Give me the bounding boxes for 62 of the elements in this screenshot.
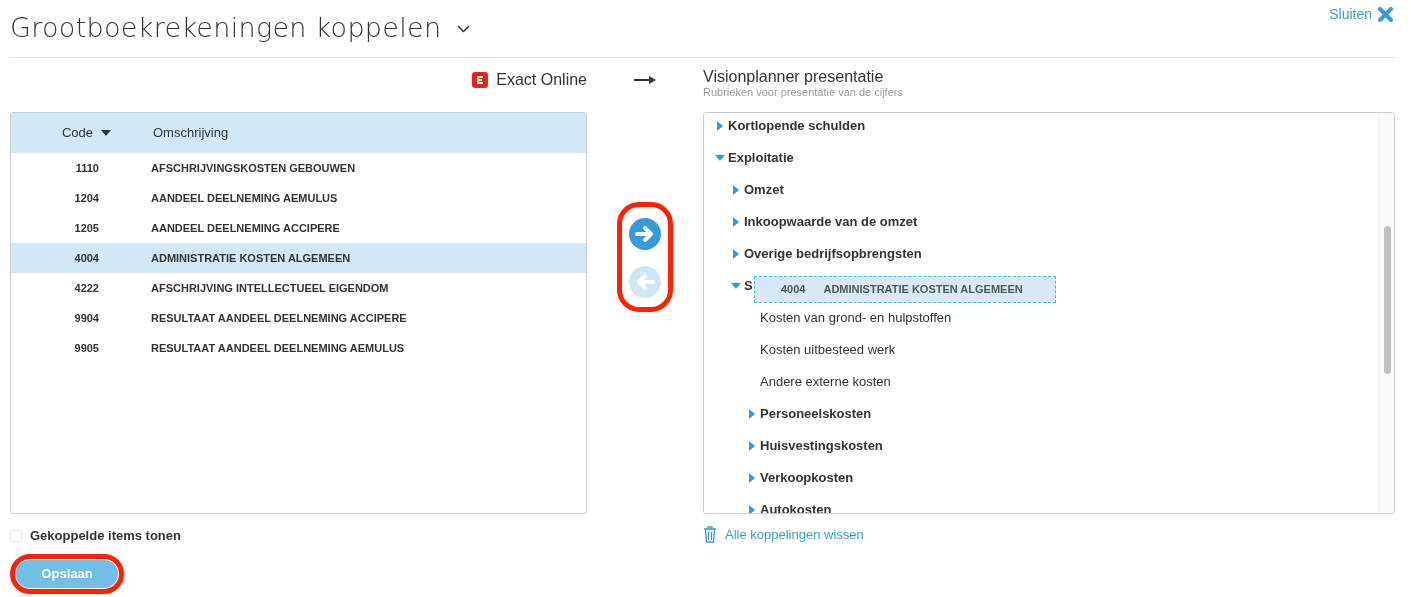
code-text: 4004	[74, 251, 99, 264]
collapsed-caret-icon[interactable]	[749, 441, 755, 451]
code-text: 9905	[74, 341, 99, 354]
description-text: AANDEEL DEELNEMING AEMULUS	[151, 191, 338, 204]
collapsed-caret-icon[interactable]	[749, 505, 755, 513]
description-text: RESULTAAT AANDEEL DEELNEMING ACCIPERE	[151, 311, 407, 324]
tree-item[interactable]: Kortlopende schulden	[728, 116, 866, 136]
collapsed-caret-icon[interactable]	[733, 249, 739, 259]
code-text: 1110	[75, 161, 99, 174]
tree-item[interactable]: Kosten uitbesteed werk	[760, 340, 896, 360]
close-icon	[1378, 7, 1393, 22]
logo-icon	[472, 72, 489, 88]
code-text: 1204	[74, 191, 99, 204]
target-subtitle: Rubrieken voor presentatie van de cijfers	[703, 86, 904, 98]
code-text: 4222	[74, 281, 99, 294]
table-row[interactable]: 1204 AANDEEL DEELNEMING AEMULUS	[11, 183, 586, 213]
table-row[interactable]: 4222 AFSCHRIJVING INTELLECTUEEL EIGENDOM	[11, 273, 586, 303]
description-text: AANDEEL DEELNEMING ACCIPERE	[151, 221, 340, 234]
collapsed-caret-icon[interactable]	[733, 185, 739, 195]
tree-item[interactable]: Andere externe kosten	[760, 372, 891, 392]
table-row[interactable]: 9904 RESULTAAT AANDEEL DEELNEMING ACCIPERE	[11, 303, 586, 333]
checkbox[interactable]	[10, 529, 22, 542]
collapsed-caret-icon[interactable]	[749, 473, 755, 483]
code-text: 1205	[74, 221, 99, 234]
column-header[interactable]: Omschrijving	[111, 123, 229, 143]
column-header[interactable]: Code	[11, 123, 111, 143]
tree-item[interactable]: S	[744, 276, 753, 296]
tree-item[interactable]: Omzet	[744, 180, 784, 200]
target-name: Visionplanner presentatie	[703, 68, 885, 86]
description-text: AFSCHRIJVING INTELLECTUEEL EIGENDOM	[151, 281, 389, 294]
description-text: ADMINISTRATIE KOSTEN ALGEMEEN	[823, 282, 1023, 298]
tree-item[interactable]: Kosten van grond- en hulpstoffen	[760, 308, 952, 328]
scrollbar-thumb[interactable]	[1384, 226, 1391, 374]
tree-item[interactable]: Personeelskosten	[760, 404, 872, 424]
tree-item[interactable]: Verkoopkosten	[760, 468, 854, 488]
collapsed-caret-icon[interactable]	[733, 217, 739, 227]
tree-item[interactable]: Inkoopwaarde van de omzet	[744, 212, 918, 232]
direction-arrow-icon	[634, 76, 656, 84]
code-text: 4004	[781, 282, 806, 298]
trash-icon	[703, 526, 717, 544]
table-row[interactable]: 4004 ADMINISTRATIE KOSTEN ALGEMEEN	[11, 243, 586, 273]
table-row[interactable]: 9905 RESULTAAT AANDEEL DEELNEMING AEMULUS	[11, 333, 586, 363]
code-text: 9904	[74, 311, 99, 324]
tree-item[interactable]: Overige bedrijfsopbrengsten	[744, 244, 922, 264]
sort-caret-icon	[101, 130, 111, 136]
page-title: Grootboekrekeningen koppelen	[10, 11, 442, 46]
checkbox-label: Gekoppelde items tonen	[30, 527, 181, 545]
collapsed-caret-icon[interactable]	[749, 409, 755, 419]
description-text: ADMINISTRATIE KOSTEN ALGEMEEN	[151, 251, 351, 264]
description-text: AFSCHRIJVINGSKOSTEN GEBOUWEN	[151, 161, 356, 174]
expanded-caret-icon[interactable]	[731, 283, 741, 289]
scrollbar[interactable]	[1379, 113, 1394, 513]
description-text: RESULTAAT AANDEEL DEELNEMING AEMULUS	[151, 341, 405, 354]
tree-item[interactable]: Huisvestingskosten	[760, 436, 883, 456]
collapsed-caret-icon[interactable]	[717, 121, 723, 131]
table-row[interactable]: 1110 AFSCHRIJVINGSKOSTEN GEBOUWEN	[11, 153, 586, 183]
move-right-button[interactable]	[629, 218, 661, 250]
chevron-down-icon[interactable]	[457, 24, 471, 33]
expanded-caret-icon[interactable]	[715, 155, 725, 161]
table-row[interactable]: 1205 AANDEEL DEELNEMING ACCIPERE	[11, 213, 586, 243]
tree-item[interactable]: Exploitatie	[728, 148, 794, 168]
source-name: Exact Online	[496, 70, 587, 90]
